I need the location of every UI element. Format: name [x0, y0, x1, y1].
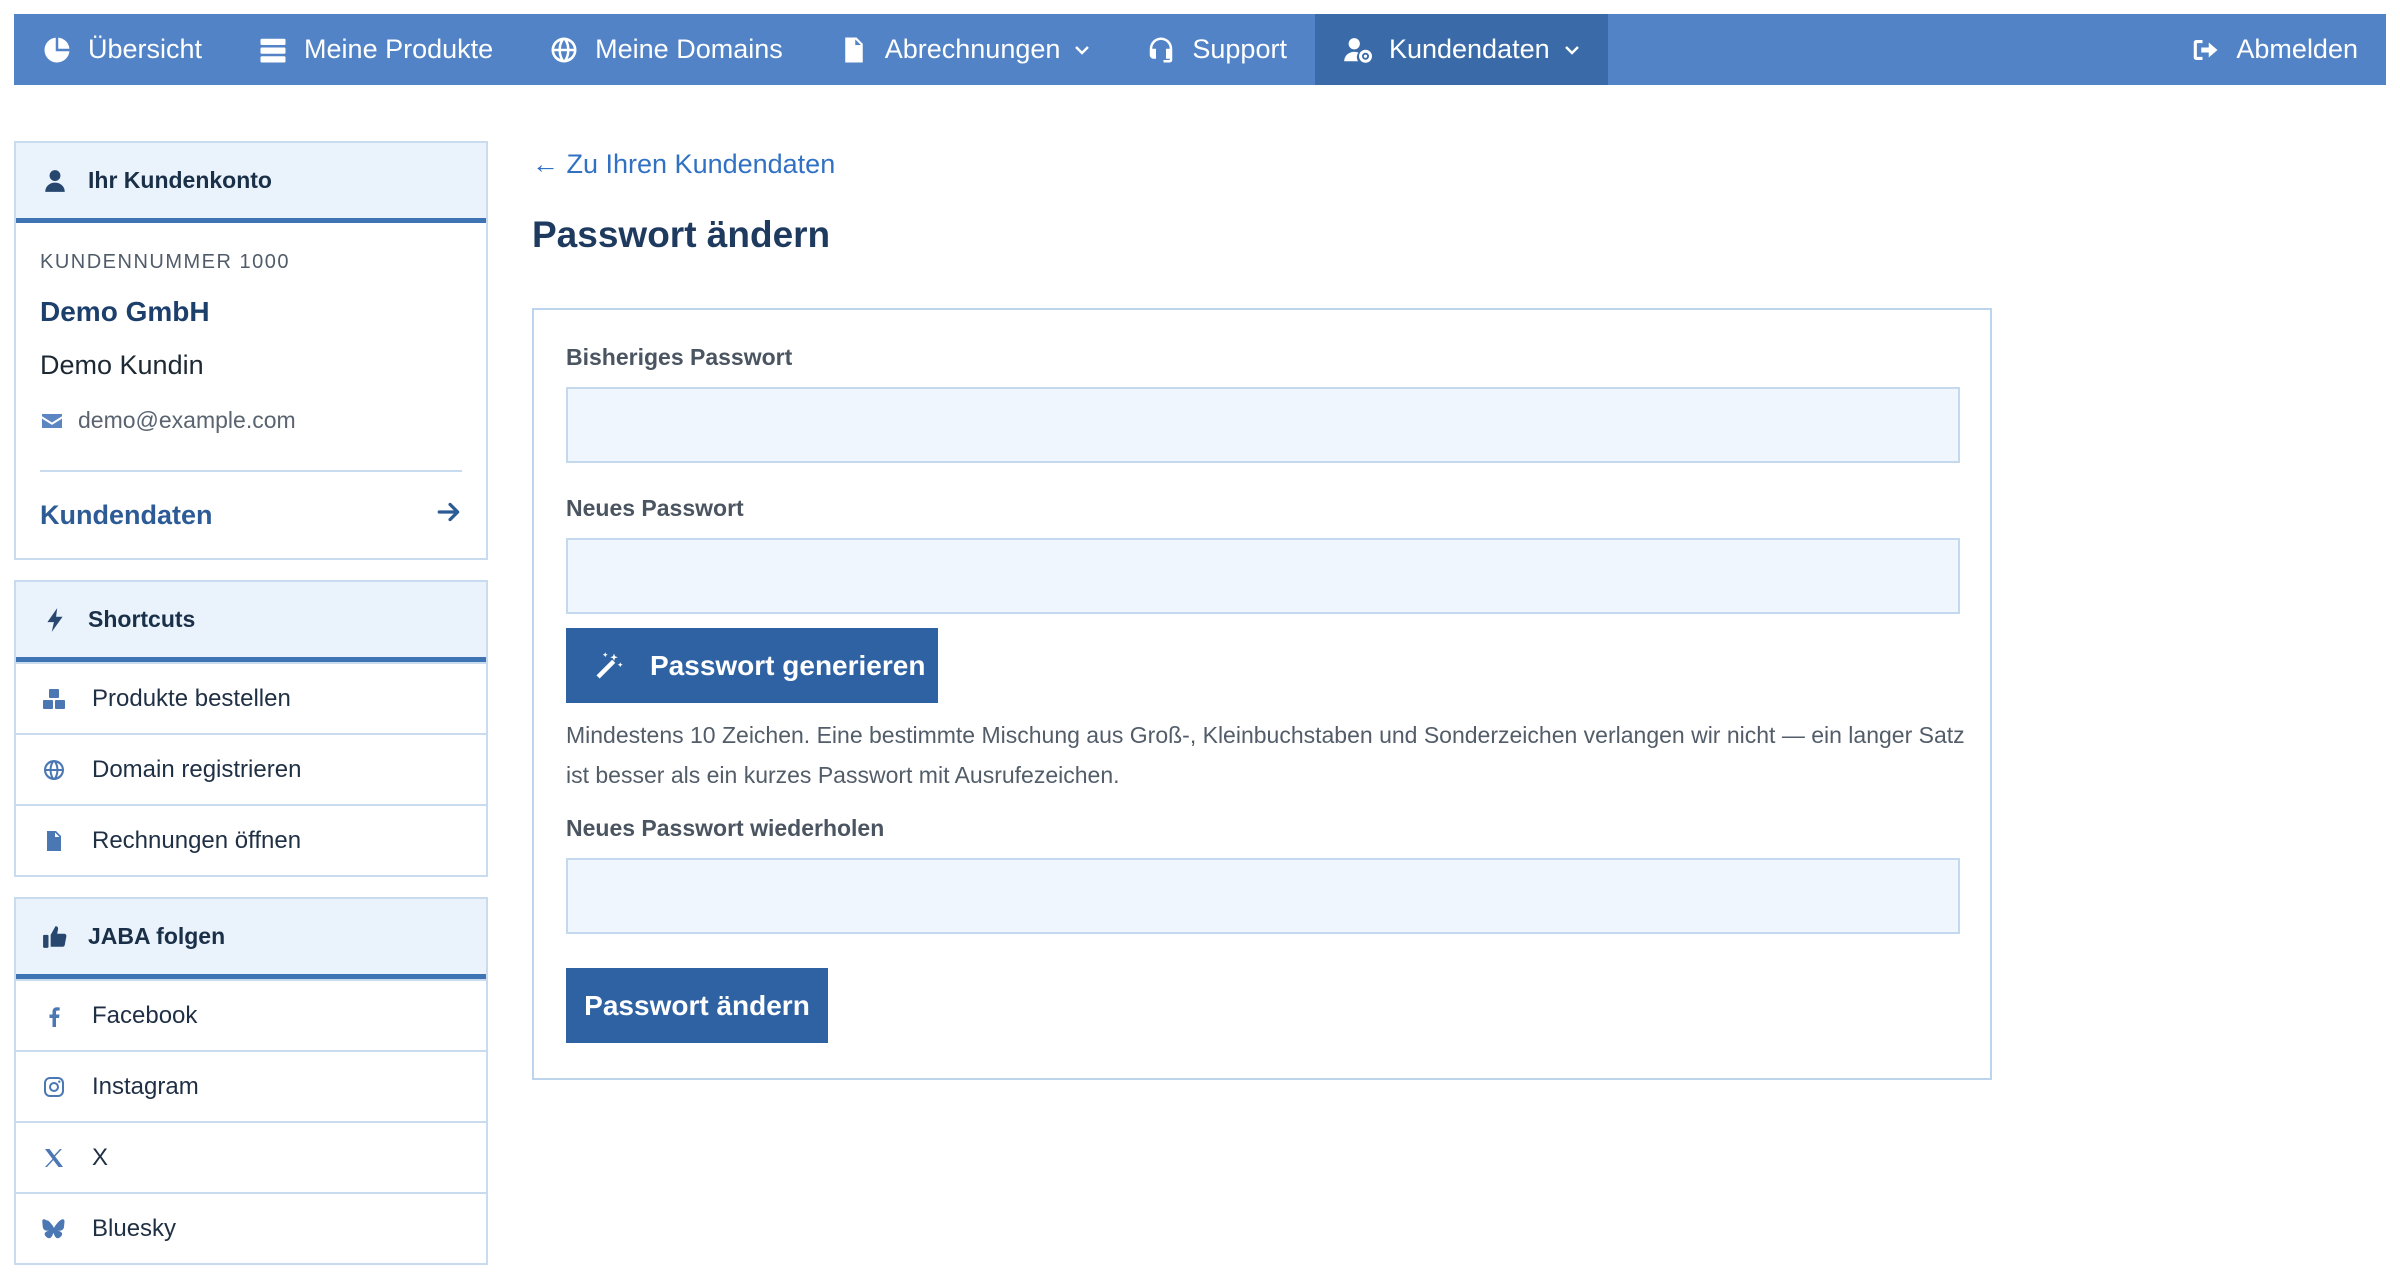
- bolt-icon: [42, 607, 68, 633]
- instagram-icon: [42, 1075, 66, 1099]
- nav-item-label: Kundendaten: [1388, 34, 1550, 64]
- account-box: Ihr Kundenkonto KUNDENNUMMER 1000 Demo G…: [14, 141, 488, 560]
- user-gear-icon: [1343, 35, 1373, 65]
- account-details: KUNDENNUMMER 1000 Demo GmbH Demo Kundin …: [16, 223, 486, 558]
- nav-item-label: Support: [1192, 34, 1287, 64]
- shortcut-produkte-bestellen[interactable]: Produkte bestellen: [16, 662, 486, 733]
- repeat-password-input[interactable]: [566, 858, 1960, 934]
- list-item-label: Bluesky: [92, 1214, 177, 1242]
- customer-data-link[interactable]: Kundendaten: [40, 472, 462, 558]
- password-hint: Mindestens 10 Zeichen. Eine bestimmte Mi…: [566, 722, 1965, 788]
- company-name: Demo GmbH: [40, 296, 210, 327]
- shortcut-domain-registrieren[interactable]: Domain registrieren: [16, 733, 486, 804]
- chevron-down-icon: [1564, 42, 1580, 58]
- globe-icon: [42, 758, 66, 782]
- nav-item-label: Meine Domains: [595, 34, 783, 64]
- nav-item-uebersicht[interactable]: Übersicht: [14, 14, 230, 85]
- logout-button[interactable]: Abmelden: [2162, 14, 2386, 85]
- list-item-label: Rechnungen öffnen: [92, 826, 302, 854]
- user-icon: [42, 168, 68, 194]
- envelope-icon: [40, 409, 64, 433]
- nav-item-support[interactable]: Support: [1118, 14, 1315, 85]
- change-password-button[interactable]: Passwort ändern: [566, 968, 828, 1043]
- current-password-input[interactable]: [566, 387, 1960, 463]
- social-x[interactable]: X: [16, 1121, 486, 1192]
- nav-item-label: Meine Produkte: [304, 34, 494, 64]
- social-bluesky[interactable]: Bluesky: [16, 1192, 486, 1263]
- sign-out-icon: [2190, 35, 2220, 65]
- nav-item-meine-produkte[interactable]: Meine Produkte: [230, 14, 521, 85]
- headset-icon: [1146, 35, 1176, 65]
- chart-pie-icon: [42, 35, 72, 65]
- email-text: demo@example.com: [78, 407, 296, 433]
- facebook-icon: [42, 1004, 66, 1028]
- list-item-label: Facebook: [92, 1001, 198, 1029]
- shortcut-rechnungen-oeffnen[interactable]: Rechnungen öffnen: [16, 804, 486, 875]
- social-facebook[interactable]: Facebook: [16, 979, 486, 1050]
- top-navigation: Übersicht Meine Produkte Meine Domains A…: [14, 14, 2386, 85]
- account-box-title: Ihr Kundenkonto: [88, 167, 272, 193]
- server-icon: [258, 35, 288, 65]
- account-box-header: Ihr Kundenkonto: [16, 143, 486, 223]
- generate-password-label: Passwort generieren: [650, 649, 926, 681]
- chevron-down-icon: [1074, 42, 1090, 58]
- current-password-label: Bisheriges Passwort: [566, 344, 793, 370]
- shortcuts-box-header: Shortcuts: [16, 582, 486, 662]
- arrow-right-icon: [436, 499, 462, 532]
- new-password-input[interactable]: [566, 538, 1960, 614]
- main-content: ← Zu Ihren Kundendaten Passwort ändern B…: [532, 141, 1992, 1080]
- customer-number: KUNDENNUMMER 1000: [40, 251, 290, 273]
- customer-data-link-label: Kundendaten: [40, 499, 213, 530]
- new-password-label: Neues Passwort: [566, 495, 744, 521]
- list-item-label: Domain registrieren: [92, 755, 302, 783]
- page-title: Passwort ändern: [532, 214, 831, 255]
- bluesky-icon: [42, 1217, 66, 1241]
- account-email: demo@example.com: [40, 407, 462, 434]
- social-title: JABA folgen: [88, 923, 226, 949]
- social-instagram[interactable]: Instagram: [16, 1050, 486, 1121]
- nav-item-label: Abrechnungen: [884, 34, 1061, 64]
- magic-wand-icon: [594, 651, 624, 681]
- globe-icon: [549, 35, 579, 65]
- nav-item-kundendaten[interactable]: Kundendaten: [1314, 14, 1608, 85]
- nav-item-abrechnungen[interactable]: Abrechnungen: [811, 14, 1119, 85]
- shortcuts-title: Shortcuts: [88, 606, 196, 632]
- list-item-label: Produkte bestellen: [92, 684, 291, 712]
- contact-person: Demo Kundin: [40, 350, 204, 380]
- generate-password-button[interactable]: Passwort generieren: [566, 628, 938, 703]
- nav-item-label: Übersicht: [88, 34, 203, 64]
- sidebar: Ihr Kundenkonto KUNDENNUMMER 1000 Demo G…: [14, 141, 488, 1285]
- logout-label: Abmelden: [2236, 34, 2358, 64]
- shortcuts-box: Shortcuts Produkte bestellen Domain regi…: [14, 580, 488, 877]
- list-item-label: X: [92, 1143, 109, 1171]
- repeat-password-label: Neues Passwort wiederholen: [566, 815, 885, 841]
- document-icon: [839, 35, 869, 65]
- social-box-header: JABA folgen: [16, 899, 486, 979]
- x-icon: [42, 1146, 66, 1170]
- back-to-customer-data-link[interactable]: ← Zu Ihren Kundendaten: [532, 149, 835, 180]
- password-form: Bisheriges Passwort Neues Passwort Passw…: [532, 308, 1992, 1080]
- social-box: JABA folgen Facebook Instagram X Bluesky: [14, 897, 488, 1265]
- boxes-icon: [42, 687, 66, 711]
- nav-item-meine-domains[interactable]: Meine Domains: [521, 14, 811, 85]
- thumbs-up-icon: [42, 924, 68, 950]
- list-item-label: Instagram: [92, 1072, 199, 1100]
- document-icon: [42, 829, 66, 853]
